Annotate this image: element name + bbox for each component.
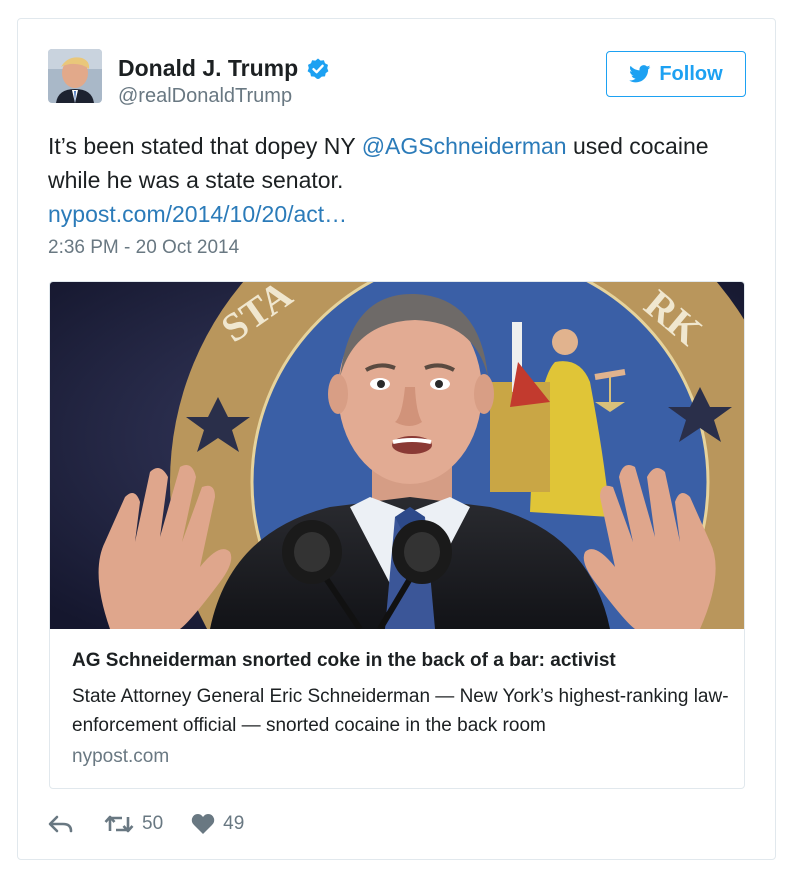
user-handle[interactable]: @realDonaldTrump [118, 85, 292, 108]
twitter-bird-icon [629, 65, 651, 83]
retweet-button[interactable]: 50 [104, 813, 163, 835]
card-domain: nypost.com [72, 746, 170, 767]
retweet-icon [104, 815, 134, 833]
retweet-count: 50 [142, 813, 164, 834]
avatar-image [48, 49, 102, 103]
heart-icon [191, 814, 215, 834]
link-preview-card[interactable]: STA RK AG Schneiderman snorted coke in t… [49, 281, 745, 789]
follow-label: Follow [659, 62, 723, 85]
tweet-timestamp[interactable]: 2:36 PM - 20 Oct 2014 [48, 237, 239, 259]
like-count: 49 [223, 813, 245, 834]
avatar[interactable] [48, 49, 102, 103]
tweet-actions: 50 49 [48, 813, 244, 835]
verified-badge-icon [306, 57, 330, 81]
article-url-link[interactable]: nypost.com/2014/10/20/act… [48, 201, 347, 227]
card-title[interactable]: AG Schneiderman snorted coke in the back… [72, 650, 616, 672]
tweet-text: It’s been stated that dopey NY @AGSchnei… [48, 129, 748, 231]
article-photo: STA RK [50, 282, 744, 629]
card-description: State Attorney General Eric Schneiderman… [72, 686, 729, 736]
tweet-card: Donald J. Trump @realDonaldTrump Follow … [17, 18, 776, 860]
like-button[interactable]: 49 [191, 813, 244, 835]
display-name[interactable]: Donald J. Trump [118, 55, 298, 82]
reply-button[interactable] [48, 814, 74, 834]
name-row: Donald J. Trump [118, 55, 330, 82]
tweet-text-part-1: It’s been stated that dopey NY [48, 133, 362, 159]
follow-button[interactable]: Follow [606, 51, 746, 97]
reply-icon [48, 815, 73, 833]
mention-link[interactable]: @AGSchneiderman [362, 133, 567, 159]
